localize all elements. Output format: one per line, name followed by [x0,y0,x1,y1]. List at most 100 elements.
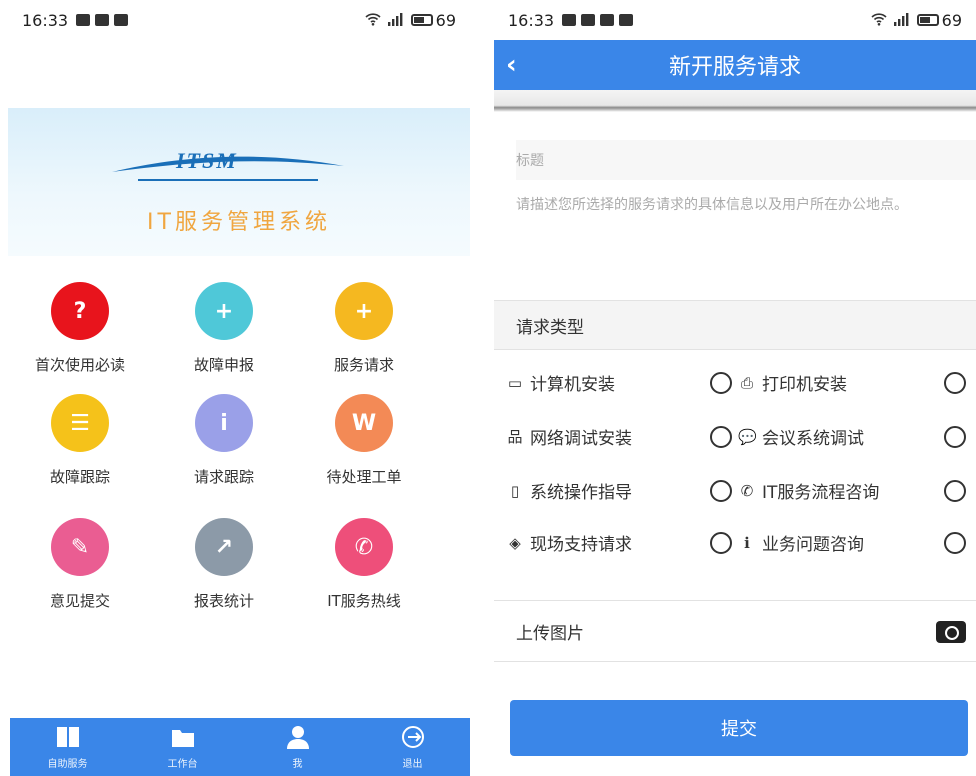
notification-icon [581,14,596,26]
menu-label: 服务请求 [333,356,394,374]
title-input[interactable]: 标题 [516,140,976,180]
status-bar: 16:33 69 [494,0,976,40]
option-meeting-system[interactable]: 💬 会议系统调试 [738,424,864,450]
notification-icon [600,14,615,26]
radio-business-question[interactable] [944,532,966,554]
folder-icon [171,729,194,747]
signal-icon [893,11,911,30]
radio-computer-install[interactable] [710,372,732,394]
book-icon [56,726,79,747]
tab-label: 自助服务 [47,758,88,770]
menu-hotline[interactable]: ✆ IT服务热线 [294,518,434,611]
plus-icon: + [195,282,253,340]
battery-level: 69 [941,10,962,30]
user-icon [286,725,309,749]
menu-service-request[interactable]: + 服务请求 [294,282,434,375]
status-time: 16:33 [508,10,555,30]
phone-icon: ✆ [740,481,754,500]
menu-label: 故障申报 [193,356,254,374]
tab-label: 工作台 [167,758,198,770]
option-label: 会议系统调试 [762,429,864,449]
signal-icon [387,11,405,30]
tab-label: 退出 [402,758,423,770]
option-printer-install[interactable]: ⎙ 打印机安装 [738,370,847,396]
printer-icon: ⎙ [740,373,753,392]
notification-icons [76,14,129,26]
description-input[interactable]: 请描述您所选择的服务请求的具体信息以及用户所在办公地点。 [516,196,968,214]
plus-icon: + [335,282,393,340]
upload-image-row[interactable]: 上传图片 [494,600,976,662]
option-system-guide[interactable]: ▯ 系统操作指导 [506,478,632,504]
logo: ITSM [176,148,238,173]
tab-me[interactable]: 我 [240,718,355,776]
chat-icon: 💬 [738,427,757,446]
request-type-header: 请求类型 [494,300,976,350]
section-label: 请求类型 [516,317,584,338]
new-request-screen: 16:33 69 ‹ 新开服务请求 标题 请描述您所选择的服务请求的具体信息以及… [494,0,976,776]
radio-network-install[interactable] [710,426,732,448]
info-icon: ℹ [744,533,750,552]
radio-it-process[interactable] [944,480,966,502]
option-label: IT服务流程咨询 [762,483,880,503]
notification-icon [562,14,577,26]
menu-label: 报表统计 [193,592,254,610]
radio-meeting-system[interactable] [944,426,966,448]
tab-label: 我 [292,758,303,770]
back-button[interactable]: ‹ [506,50,517,80]
upload-label: 上传图片 [516,623,584,644]
radio-onsite-support[interactable] [710,532,732,554]
notification-icon [76,14,91,26]
menu-fault-tracking[interactable]: ☰ 故障跟踪 [10,394,150,487]
camera-icon[interactable] [936,621,966,643]
menu-reports[interactable]: ↗ 报表统计 [154,518,294,611]
battery-icon: 69 [916,10,962,30]
menu-first-use[interactable]: ? 首次使用必读 [10,282,150,375]
option-label: 业务问题咨询 [762,535,864,555]
menu-fault-report[interactable]: + 故障申报 [154,282,294,375]
network-icon: 品 [507,428,523,446]
monitor-icon: ▭ [507,373,523,392]
wifi-icon [365,11,381,30]
tab-self-service[interactable]: 自助服务 [10,718,125,776]
system-title: IT服务管理系统 [147,210,331,235]
pencil-icon: ✎ [51,518,109,576]
nav-bar: ‹ 新开服务请求 [494,40,976,90]
banner: ITSM IT服务管理系统 [8,108,470,256]
chart-icon: ↗ [195,518,253,576]
menu-request-tracking[interactable]: i 请求跟踪 [154,394,294,487]
notification-icons [562,14,634,26]
option-label: 现场支持请求 [530,535,632,555]
option-it-process[interactable]: ✆ IT服务流程咨询 [738,478,880,504]
option-network-install[interactable]: 品 网络调试安装 [506,424,632,449]
notification-icon [95,14,110,26]
menu-label: 首次使用必读 [34,356,125,374]
menu-label: IT服务热线 [327,592,401,610]
menu-label: 请求跟踪 [193,468,254,486]
battery-level: 69 [435,10,456,30]
logout-icon [401,725,424,748]
radio-system-guide[interactable] [710,480,732,502]
document-icon: W [335,394,393,452]
phone-icon: ✆ [335,518,393,576]
menu-pending-orders[interactable]: W 待处理工单 [294,394,434,487]
option-onsite-support[interactable]: ◈ 现场支持请求 [506,530,632,556]
battery-icon: 69 [410,10,456,30]
option-computer-install[interactable]: ▭ 计算机安装 [506,370,615,396]
menu-feedback[interactable]: ✎ 意见提交 [10,518,150,611]
tab-logout[interactable]: 退出 [355,718,470,776]
tab-workbench[interactable]: 工作台 [125,718,240,776]
list-icon: ☰ [51,394,109,452]
menu-label: 待处理工单 [326,468,402,486]
info-icon: i [195,394,253,452]
option-label: 打印机安装 [762,375,847,395]
submit-button[interactable]: 提交 [510,700,968,756]
wifi-icon [871,11,887,30]
divider [494,90,976,112]
status-bar: 16:33 69 [0,0,470,40]
option-label: 系统操作指导 [530,483,632,503]
radio-printer-install[interactable] [944,372,966,394]
menu-label: 意见提交 [49,592,110,610]
status-time: 16:33 [22,10,69,30]
home-screen: 16:33 69 ITSM IT服务管理系统 ? 首次使用必读 + 故障申报 +… [0,0,470,776]
option-business-question[interactable]: ℹ 业务问题咨询 [738,530,864,556]
